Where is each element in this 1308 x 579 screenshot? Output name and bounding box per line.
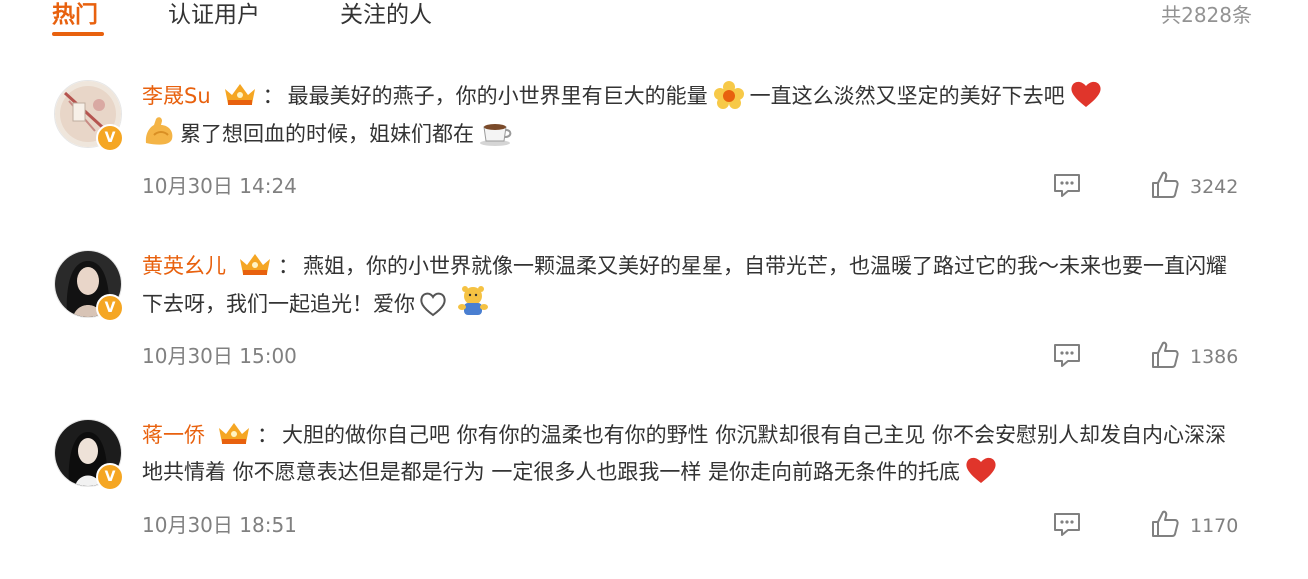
comment-text: 燕姐，你的小世界就像一颗温柔又美好的星星，自带光芒，也温暖了路过它的我～未来也要… [142, 254, 1227, 316]
outline-heart-icon [420, 292, 446, 317]
yellow-flower-icon [713, 81, 744, 109]
comment-body: 黄英幺儿：燕姐，你的小世界就像一颗温柔又美好的星星，自带光芒，也温暖了路过它的我… [142, 248, 1242, 323]
verified-badge-icon: V [96, 463, 124, 491]
coffee-cup-icon [480, 124, 512, 146]
verified-badge-icon: V [96, 124, 124, 152]
avatar[interactable]: V [54, 80, 124, 152]
avatar[interactable]: V [54, 250, 124, 322]
comment-text: 最最美好的燕子，你的小世界里有巨大的能量 [287, 84, 708, 108]
verified-badge-icon: V [96, 294, 124, 322]
thumbs-up-icon[interactable] [1150, 340, 1180, 370]
thumbs-up-icon[interactable] [1150, 509, 1180, 539]
comment-text: 大胆的做你自己吧 你有你的温柔也有你的野性 你沉默却很有自己主见 你不会安慰别人… [142, 423, 1227, 484]
red-heart-icon [966, 457, 996, 483]
comment-item: V 蒋一侨：大胆的做你自己吧 你有你的温柔也有你的野性 你沉默却很有自己主见 你… [0, 419, 1308, 579]
total-comment-count: 共2828条 [1161, 3, 1252, 27]
reply-icon[interactable] [1052, 511, 1082, 537]
tab-verified-users[interactable]: 认证用户 [168, 0, 260, 30]
comment-item: V 李晟Su：最最美好的燕子，你的小世界里有巨大的能量 一直这么淡然又坚定的美好下… [0, 80, 1308, 240]
member-crown-icon [219, 423, 249, 444]
like-count: 1386 [1190, 346, 1239, 368]
comment-time: 10月30日 15:00 [142, 344, 297, 368]
reply-icon[interactable] [1052, 172, 1082, 198]
flexed-biceps-icon [145, 117, 173, 145]
comment-tabs: 热门 认证用户 关注的人 共2828条 [0, 0, 1308, 40]
tab-following[interactable]: 关注的人 [340, 0, 432, 30]
comment-body: 蒋一侨：大胆的做你自己吧 你有你的温柔也有你的野性 你沉默却很有自己主见 你不会… [142, 417, 1242, 491]
thumbs-up-icon[interactable] [1150, 170, 1180, 200]
hugging-bear-icon [458, 286, 488, 315]
comment-time: 10月30日 18:51 [142, 513, 297, 537]
avatar[interactable]: V [54, 419, 124, 491]
like-count: 3242 [1190, 176, 1239, 198]
tab-active-indicator [52, 32, 104, 36]
comment-username[interactable]: 黄英幺儿 [142, 254, 226, 278]
comment-username[interactable]: 李晟Su [142, 84, 211, 108]
comment-body: 李晟Su：最最美好的燕子，你的小世界里有巨大的能量 一直这么淡然又坚定的美好下去吧… [142, 78, 1242, 153]
comment-time: 10月30日 14:24 [142, 174, 297, 198]
comment-item: V 黄英幺儿：燕姐，你的小世界就像一颗温柔又美好的星星，自带光芒，也温暖了路过它… [0, 250, 1308, 410]
like-count: 1170 [1190, 515, 1239, 537]
reply-icon[interactable] [1052, 342, 1082, 368]
tab-hot[interactable]: 热门 [52, 0, 98, 30]
comment-text: 累了想回血的时候，姐妹们都在 [180, 122, 474, 146]
member-crown-icon [224, 84, 255, 105]
red-heart-icon [1071, 81, 1101, 107]
comment-text: 一直这么淡然又坚定的美好下去吧 [749, 84, 1065, 108]
member-crown-icon [240, 254, 270, 275]
comment-username[interactable]: 蒋一侨 [142, 423, 205, 447]
